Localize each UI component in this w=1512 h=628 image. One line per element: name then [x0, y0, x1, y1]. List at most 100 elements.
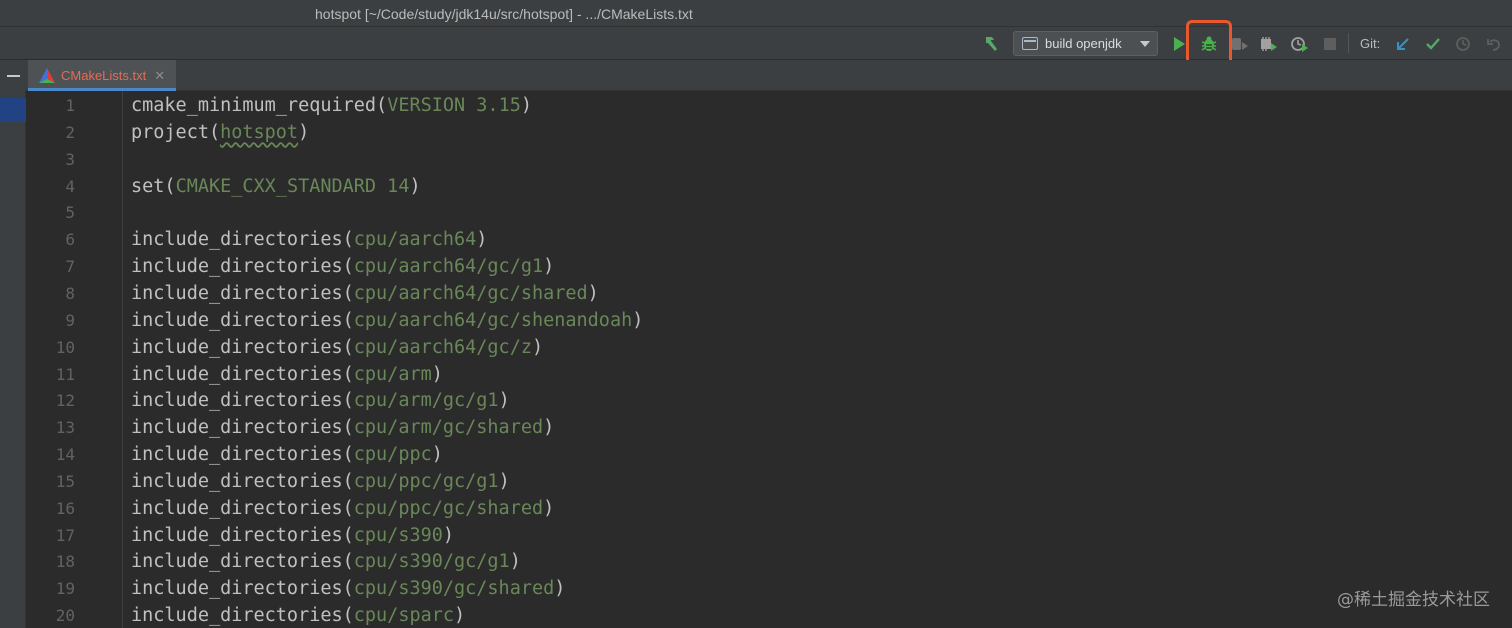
line-number: 9: [65, 310, 75, 330]
code-text: include_directories(cpu/sparc): [131, 605, 466, 627]
tab-cmakelists[interactable]: CMakeLists.txt ✕: [28, 60, 176, 91]
line-number: 18: [55, 552, 75, 572]
line-number: 5: [65, 203, 75, 223]
chevron-down-icon: [1140, 41, 1150, 47]
code-editor[interactable]: 1 cmake_minimum_required(VERSION 3.15) 2 pr…: [26, 91, 1512, 628]
command-argument: cpu/aarch64: [353, 229, 477, 251]
code-line[interactable]: 14 include_directories(cpu/ppc): [26, 441, 1512, 468]
code-line[interactable]: 8 include_directories(cpu/aarch64/gc/shar…: [26, 280, 1512, 307]
code-line[interactable]: 1 cmake_minimum_required(VERSION 3.15): [26, 92, 1512, 119]
command-argument: cpu/aarch64/gc/z: [353, 336, 532, 358]
line-number: 15: [55, 471, 75, 491]
command-name: include_directories: [131, 578, 343, 600]
git-commit-icon[interactable]: [1422, 27, 1444, 60]
code-line[interactable]: 2 project(hotspot): [26, 119, 1512, 146]
code-text: include_directories(cpu/arm/gc/shared): [131, 417, 555, 439]
code-line[interactable]: 3: [26, 146, 1512, 173]
command-name: include_directories: [131, 605, 343, 627]
code-line[interactable]: 7 include_directories(cpu/aarch64/gc/g1): [26, 253, 1512, 280]
editor-tab-strip: [0, 60, 1512, 91]
line-number: 17: [55, 525, 75, 545]
line-number: 7: [65, 257, 75, 277]
collapse-icon[interactable]: [0, 60, 26, 91]
code-text: project(hotspot): [131, 121, 310, 143]
line-number: 2: [65, 122, 75, 142]
profile-icon[interactable]: [1257, 27, 1281, 60]
code-text: include_directories(cpu/ppc): [131, 444, 443, 466]
line-number: 6: [65, 230, 75, 250]
window-title: hotspot [~/Code/study/jdk14u/src/hotspot…: [315, 6, 693, 22]
code-line[interactable]: 6 include_directories(cpu/aarch64): [26, 226, 1512, 253]
command-name: include_directories: [131, 470, 343, 492]
command-argument: hotspot: [220, 121, 299, 143]
code-text: include_directories(cpu/ppc/gc/g1): [131, 470, 510, 492]
line-number: 10: [55, 337, 75, 357]
code-line[interactable]: 4 set(CMAKE_CXX_STANDARD 14): [26, 173, 1512, 200]
command-name: cmake_minimum_required: [131, 95, 377, 116]
code-line[interactable]: 17 include_directories(cpu/s390): [26, 522, 1512, 549]
command-name: include_directories: [131, 551, 343, 573]
code-line[interactable]: 20 include_directories(cpu/sparc): [26, 602, 1512, 628]
git-update-icon[interactable]: [1392, 27, 1414, 60]
git-revert-icon[interactable]: [1483, 27, 1505, 60]
code-line[interactable]: 15 include_directories(cpu/ppc/gc/g1): [26, 468, 1512, 495]
code-line[interactable]: 10 include_directories(cpu/aarch64/gc/z): [26, 334, 1512, 361]
command-name: project: [131, 121, 209, 143]
code-text: include_directories(cpu/ppc/gc/shared): [131, 497, 555, 519]
git-label: Git:: [1360, 36, 1381, 51]
title-bar: hotspot [~/Code/study/jdk14u/src/hotspot…: [0, 0, 1512, 27]
command-name: set: [131, 175, 165, 197]
code-text: include_directories(cpu/aarch64/gc/shena…: [131, 309, 644, 331]
line-number: 20: [55, 606, 75, 626]
command-name: include_directories: [131, 390, 343, 412]
code-line[interactable]: 16 include_directories(cpu/ppc/gc/shared): [26, 495, 1512, 522]
command-argument: cpu/aarch64/gc/shared: [353, 282, 588, 304]
command-name: include_directories: [131, 229, 343, 251]
command-name: include_directories: [131, 363, 343, 385]
command-argument: cpu/arm/gc/g1: [353, 390, 499, 412]
stop-icon[interactable]: [1319, 27, 1341, 60]
run-config-label: build openjdk: [1045, 36, 1122, 51]
code-line[interactable]: 13 include_directories(cpu/arm/gc/shared): [26, 414, 1512, 441]
command-argument: cpu/ppc/gc/g1: [353, 470, 499, 492]
code-text: cmake_minimum_required(VERSION 3.15): [131, 95, 532, 116]
run-config-icon: [1022, 37, 1038, 50]
command-name: include_directories: [131, 282, 343, 304]
command-argument: cpu/aarch64/gc/g1: [353, 256, 544, 278]
hammer-icon[interactable]: [978, 27, 1002, 60]
line-number: 12: [55, 391, 75, 411]
code-text: set(CMAKE_CXX_STANDARD 14): [131, 175, 421, 197]
line-number: 3: [65, 149, 75, 169]
command-name: include_directories: [131, 444, 343, 466]
code-text: include_directories(cpu/aarch64/gc/z): [131, 336, 544, 358]
command-argument: cpu/ppc: [353, 444, 432, 466]
command-argument: cpu/s390/gc/g1: [353, 551, 510, 573]
run-configuration-dropdown[interactable]: build openjdk: [1013, 31, 1158, 56]
line-number: 14: [55, 445, 75, 465]
code-text: include_directories(cpu/aarch64/gc/share…: [131, 282, 599, 304]
code-text: include_directories(cpu/s390/gc/g1): [131, 551, 521, 573]
code-line[interactable]: 11 include_directories(cpu/arm): [26, 361, 1512, 388]
code-line[interactable]: 18 include_directories(cpu/s390/gc/g1): [26, 548, 1512, 575]
attach-icon[interactable]: [1288, 27, 1312, 60]
code-text: include_directories(cpu/s390): [131, 524, 455, 546]
code-line[interactable]: 19 include_directories(cpu/s390/gc/shared…: [26, 575, 1512, 602]
command-name: include_directories: [131, 417, 343, 439]
current-line-marker: [0, 98, 26, 122]
close-icon[interactable]: ✕: [154, 68, 165, 84]
line-number: 8: [65, 283, 75, 303]
git-history-icon[interactable]: [1452, 27, 1474, 60]
code-line[interactable]: 9 include_directories(cpu/aarch64/gc/shen…: [26, 307, 1512, 334]
line-number: 16: [55, 498, 75, 518]
line-number: 11: [55, 364, 75, 384]
command-name: include_directories: [131, 256, 343, 278]
code-line[interactable]: 12 include_directories(cpu/arm/gc/g1): [26, 387, 1512, 414]
tab-label: CMakeLists.txt: [61, 68, 147, 83]
code-text: include_directories(cpu/s390/gc/shared): [131, 578, 566, 600]
code-line[interactable]: 5: [26, 199, 1512, 226]
command-name: include_directories: [131, 497, 343, 519]
command-argument: cpu/aarch64/gc/shenandoah: [353, 309, 633, 331]
code-text: include_directories(cpu/arm): [131, 363, 443, 385]
command-argument: cpu/sparc: [353, 605, 455, 627]
command-argument: VERSION 3.15: [387, 95, 521, 116]
